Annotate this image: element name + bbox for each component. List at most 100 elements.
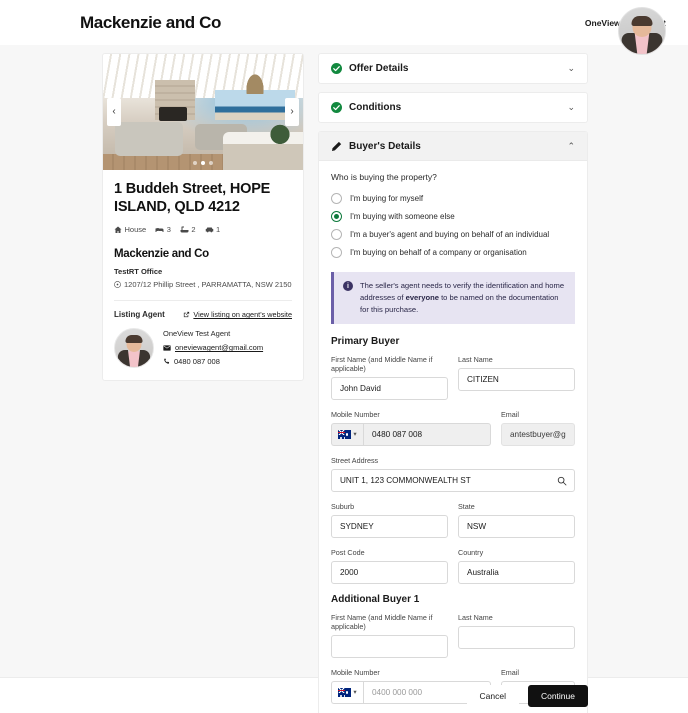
primary-postcode-input[interactable] [331, 561, 448, 585]
feature-bed: 3 [155, 225, 171, 234]
chevron-down-icon: ▾ [353, 688, 357, 696]
additional-first-name-input[interactable] [331, 635, 448, 659]
primary-suburb-state-row: Suburb State [331, 502, 575, 548]
accordion-buyers-details-title: Buyer's Details [349, 140, 421, 152]
continue-button[interactable]: Continue [527, 684, 588, 707]
primary-mobile-input[interactable] [363, 423, 491, 447]
avatar-hair [631, 15, 653, 26]
office-address: 1207/12 Phillip Street , PARRAMATTA, NSW… [114, 280, 292, 289]
primary-suburb-input[interactable] [331, 515, 448, 539]
chevron-down-icon[interactable]: ⌄ [567, 103, 575, 112]
buyers-details-body: Who is buying the property? I'm buying f… [319, 161, 587, 713]
primary-state-label: State [458, 502, 475, 512]
carousel-dot[interactable] [193, 161, 197, 165]
accordion-conditions: Conditions ⌄ [318, 92, 588, 123]
additional-email-label: Email [501, 668, 519, 678]
agent-email-row[interactable]: oneviewagent@gmail.com [163, 343, 263, 352]
photo-sofa-front [115, 122, 183, 156]
agent-avatar-hair [125, 335, 143, 344]
radio-option-company[interactable]: I'm buying on behalf of a company or org… [331, 243, 575, 261]
chevron-down-icon[interactable]: ⌄ [567, 64, 575, 73]
primary-state-input[interactable] [458, 515, 575, 539]
buyer-type-question: Who is buying the property? [331, 172, 437, 182]
primary-country-input[interactable] [458, 561, 575, 585]
property-carousel[interactable]: ‹ › [103, 54, 303, 170]
radio-buyers-agent-control[interactable] [331, 228, 342, 240]
primary-last-name-input[interactable] [458, 368, 575, 392]
primary-name-row: First Name (and Middle Name if applicabl… [331, 355, 575, 410]
carousel-dot-active[interactable] [201, 161, 205, 165]
primary-street-input[interactable] [331, 469, 575, 493]
primary-street-wrap [331, 469, 575, 493]
primary-mobile-field: Mobile Number ▾ [331, 410, 491, 447]
additional-last-name-input[interactable] [458, 626, 575, 650]
carousel-prev-icon[interactable]: ‹ [107, 98, 121, 126]
check-circle-icon [331, 102, 342, 113]
listing-agent-header: Listing Agent View listing on agent's we… [114, 301, 292, 319]
feature-car: 1 [205, 225, 221, 235]
primary-country-field: Country [458, 548, 575, 585]
offer-form-column: Offer Details ⌄ Conditions ⌄ Buyer's Det… [318, 53, 588, 713]
carousel-dots[interactable] [103, 161, 303, 165]
accordion-offer-details-header[interactable]: Offer Details ⌄ [319, 54, 587, 83]
primary-street-field: Street Address [331, 456, 575, 493]
accordion-buyers-details-header[interactable]: Buyer's Details ⌃ [319, 132, 587, 161]
check-circle-icon [331, 63, 342, 74]
agent-contact-info: OneView Test Agent oneviewagent@gmail.co… [163, 328, 263, 366]
primary-buyer-heading: Primary Buyer [331, 336, 400, 348]
radio-option-myself[interactable]: I'm buying for myself [331, 189, 575, 207]
verification-notice: i The seller's agent needs to verify the… [331, 272, 575, 325]
property-details: 1 Buddeh Street, HOPE ISLAND, QLD 4212 H… [103, 170, 303, 380]
primary-email-input[interactable] [501, 423, 575, 447]
office-address-text: 1207/12 Phillip Street , PARRAMATTA, NSW… [124, 280, 292, 290]
feature-car-label: 1 [216, 225, 221, 235]
feature-bath: 2 [180, 225, 196, 234]
additional-last-name-label: Last Name [458, 613, 493, 623]
primary-email-field: Email [501, 410, 575, 447]
primary-first-name-label: First Name (and Middle Name if applicabl… [331, 355, 433, 374]
chevron-up-icon[interactable]: ⌃ [567, 141, 575, 151]
agent-email-link[interactable]: oneviewagent@gmail.com [175, 343, 263, 352]
primary-postcode-country-row: Post Code Country [331, 548, 575, 594]
agent-phone-row[interactable]: 0480 087 008 [163, 357, 263, 366]
radio-option-buyers-agent[interactable]: I'm a buyer's agent and buying on behalf… [331, 225, 575, 243]
photo-lamp [245, 72, 265, 94]
cancel-button[interactable]: Cancel [466, 684, 519, 707]
carousel-dot[interactable] [209, 161, 213, 165]
brand-logo: Mackenzie and Co [80, 12, 221, 32]
agent-website-link-label: View listing on agent's website [193, 310, 292, 320]
agent-website-link[interactable]: View listing on agent's website [183, 310, 292, 319]
primary-first-name-input[interactable] [331, 377, 448, 401]
carousel-next-icon[interactable]: › [285, 98, 299, 126]
feature-house: House [114, 225, 146, 234]
radio-someone-else-control[interactable] [331, 210, 342, 222]
car-icon [205, 227, 213, 233]
photo-window [215, 90, 295, 120]
radio-myself-control[interactable] [331, 192, 342, 204]
bed-icon [155, 227, 164, 232]
primary-suburb-label: Suburb [331, 502, 355, 512]
radio-company-label: I'm buying on behalf of a company or org… [350, 247, 527, 257]
radio-myself-label: I'm buying for myself [350, 193, 424, 203]
radio-company-control[interactable] [331, 246, 342, 258]
primary-last-name-field: Last Name [458, 355, 575, 400]
additional-country-code-select[interactable]: ▾ [331, 681, 363, 705]
page-title: 1 Buddeh Street, HOPE ISLAND, QLD 4212 [114, 181, 271, 216]
accordion-offer-details: Offer Details ⌄ [318, 53, 588, 84]
avatar-jacket-right [646, 33, 664, 54]
australia-flag-icon [338, 430, 352, 440]
radio-someone-else-label: I'm buying with someone else [350, 211, 455, 221]
photo-fireplace [159, 107, 187, 121]
page-content: ‹ › 1 Buddeh Street, HOPE ISLAND, QLD 42… [0, 45, 688, 713]
primary-email-label: Email [501, 410, 519, 420]
info-icon: i [343, 281, 353, 291]
additional-buyer-heading: Additional Buyer 1 [331, 594, 420, 606]
accordion-conditions-title: Conditions [349, 102, 402, 113]
notice-emphasis: everyone [405, 292, 439, 302]
primary-country-code-select[interactable]: ▾ [331, 423, 363, 447]
avatar[interactable] [618, 7, 666, 55]
australia-flag-icon [338, 688, 352, 698]
agent-avatar [114, 328, 154, 369]
accordion-conditions-header[interactable]: Conditions ⌄ [319, 93, 587, 122]
radio-option-someone-else[interactable]: I'm buying with someone else [331, 207, 575, 225]
